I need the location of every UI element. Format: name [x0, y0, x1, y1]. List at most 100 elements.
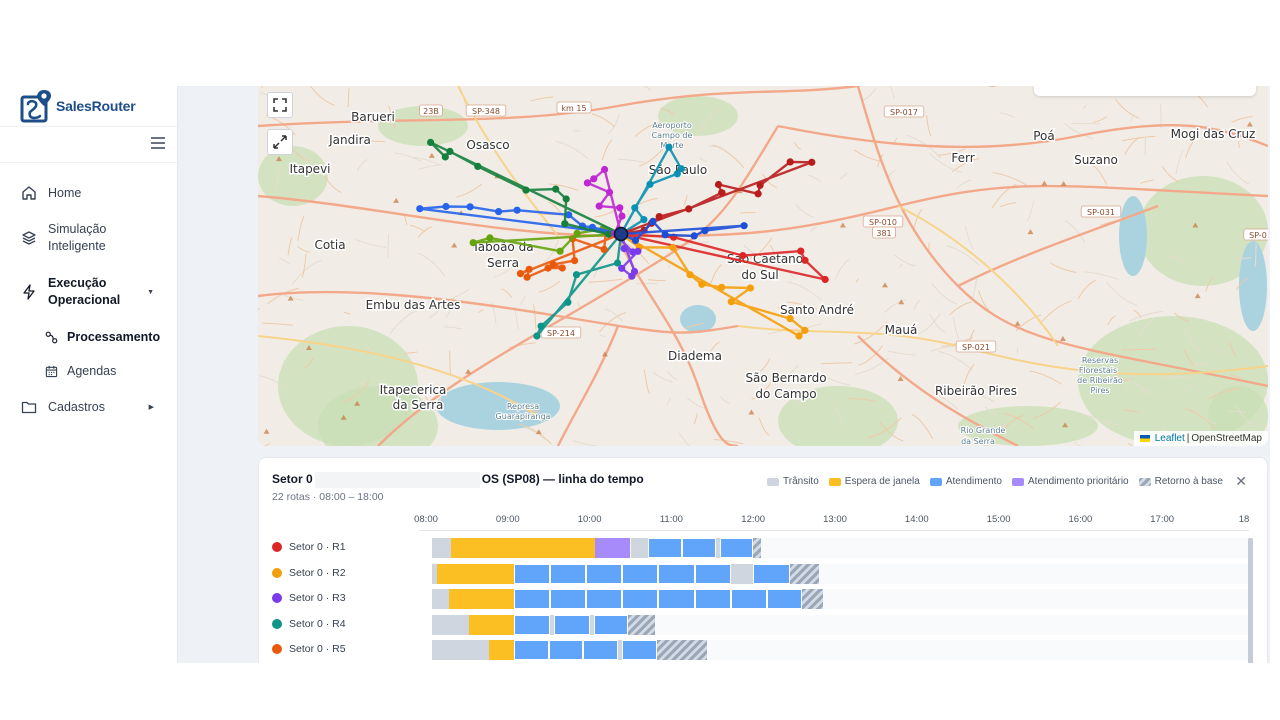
timeline-segment[interactable] [469, 614, 515, 635]
stop-marker[interactable] [600, 245, 608, 253]
stop-marker[interactable] [446, 147, 454, 155]
timeline-segment[interactable] [585, 589, 623, 609]
stop-marker[interactable] [561, 220, 569, 228]
timeline-segment[interactable] [514, 589, 551, 609]
nav-item-home[interactable]: Home [0, 184, 178, 202]
stop-marker[interactable] [718, 189, 726, 197]
stop-marker[interactable] [583, 179, 591, 187]
stop-marker[interactable] [786, 158, 794, 166]
stop-marker[interactable] [613, 259, 622, 267]
stop-marker[interactable] [701, 227, 709, 235]
stop-marker[interactable] [572, 271, 581, 279]
stop-marker[interactable] [486, 234, 494, 242]
timeline-segment[interactable] [648, 538, 683, 558]
route-track[interactable] [431, 640, 1251, 660]
stop-marker[interactable] [714, 180, 723, 189]
stop-marker[interactable] [620, 245, 628, 253]
stop-marker[interactable] [605, 188, 614, 196]
stop-marker[interactable] [685, 205, 693, 213]
stop-marker[interactable] [801, 256, 809, 264]
timeline-segment[interactable] [488, 640, 515, 660]
stop-marker[interactable] [523, 273, 531, 281]
route-track[interactable] [431, 614, 1251, 635]
route-map[interactable]: Barueri Jandira Osasco Itapevi Cotia Taboão d… [258, 86, 1268, 446]
stop-marker[interactable] [441, 153, 449, 161]
timeline-segment[interactable] [583, 640, 619, 660]
stop-marker[interactable] [718, 283, 726, 291]
row-label[interactable]: Setor 0 · R5 [272, 643, 346, 655]
stop-marker[interactable] [533, 332, 541, 340]
stop-marker[interactable] [466, 203, 474, 211]
stop-marker[interactable] [474, 162, 482, 170]
stop-marker[interactable] [573, 229, 581, 237]
row-label[interactable]: Setor 0 · R3 [272, 592, 346, 604]
stop-marker[interactable] [495, 208, 503, 216]
timeline-segment[interactable] [595, 538, 631, 558]
stop-marker[interactable] [640, 216, 648, 224]
timeline-segment[interactable] [682, 538, 717, 558]
depot-marker[interactable] [613, 226, 629, 242]
route-track[interactable] [431, 589, 1251, 609]
stop-marker[interactable] [746, 284, 754, 292]
timeline-segment[interactable] [767, 589, 803, 609]
leaflet-link[interactable]: Leaflet [1155, 433, 1185, 444]
stop-marker[interactable] [558, 264, 566, 272]
stop-marker[interactable] [427, 138, 435, 146]
stop-marker[interactable] [739, 252, 747, 260]
timeline-segment[interactable] [550, 563, 586, 584]
timeline-segment[interactable] [622, 589, 659, 609]
chevron-down-icon[interactable]: ▼ [147, 289, 154, 296]
timeline-segment[interactable] [630, 538, 649, 558]
timeline-segment[interactable] [514, 614, 551, 635]
stop-marker[interactable] [754, 190, 762, 198]
timeline-segment[interactable] [622, 563, 659, 584]
stop-marker[interactable] [655, 213, 663, 221]
timeline-segment[interactable] [550, 589, 586, 609]
nav-item-processamento[interactable]: Processamento [0, 328, 178, 346]
stop-marker[interactable] [469, 239, 477, 247]
stop-marker[interactable] [677, 165, 685, 173]
route-track[interactable] [431, 538, 1251, 558]
timeline-segment[interactable] [656, 640, 707, 660]
timeline-segment[interactable] [431, 538, 452, 558]
menu-toggle-icon[interactable] [151, 137, 165, 149]
timeline-segment[interactable] [431, 589, 449, 609]
stop-marker[interactable] [634, 247, 642, 255]
stop-marker[interactable] [595, 202, 603, 210]
timeline-segment[interactable] [585, 563, 623, 584]
row-label[interactable]: Setor 0 · R4 [272, 618, 346, 630]
chevron-right-icon[interactable]: ▶ [149, 403, 154, 411]
stop-marker[interactable] [669, 243, 677, 252]
fullscreen-button[interactable] [267, 92, 293, 118]
stop-marker[interactable] [416, 205, 424, 213]
stop-marker[interactable] [801, 326, 809, 334]
timeline-segment[interactable] [451, 538, 596, 558]
stop-marker[interactable] [616, 204, 624, 212]
stop-marker[interactable] [544, 264, 552, 272]
brand[interactable]: SalesRouter [0, 86, 177, 127]
close-icon[interactable]: ✕ [1235, 474, 1247, 488]
timeline-segment[interactable] [548, 640, 584, 660]
timeline-segment[interactable] [437, 563, 515, 584]
stop-marker[interactable] [808, 158, 816, 166]
stop-marker[interactable] [564, 298, 572, 306]
stop-marker[interactable] [649, 217, 657, 225]
timeline-segment[interactable] [622, 640, 657, 660]
expand-button[interactable] [267, 129, 293, 155]
map-canvas[interactable]: BarueriJandira OsascoItapeviCotia Taboão d… [258, 86, 1268, 446]
stop-marker[interactable] [727, 298, 735, 306]
stop-marker[interactable] [618, 212, 626, 220]
stop-marker[interactable] [556, 247, 564, 255]
timeline-segment[interactable] [448, 589, 515, 609]
row-label[interactable]: Setor 0 · R1 [272, 541, 346, 553]
route-track[interactable] [431, 563, 1251, 584]
timeline-scrollbar[interactable] [1248, 538, 1253, 663]
stop-marker[interactable] [513, 206, 521, 214]
stop-marker[interactable] [552, 185, 560, 193]
row-label[interactable]: Setor 0 · R2 [272, 567, 346, 579]
nav-item-cadastros[interactable]: Cadastros ▶ [0, 398, 178, 416]
timeline-segment[interactable] [628, 614, 656, 635]
stop-marker[interactable] [571, 257, 579, 265]
stop-marker[interactable] [821, 275, 829, 284]
stop-marker[interactable] [605, 230, 613, 238]
